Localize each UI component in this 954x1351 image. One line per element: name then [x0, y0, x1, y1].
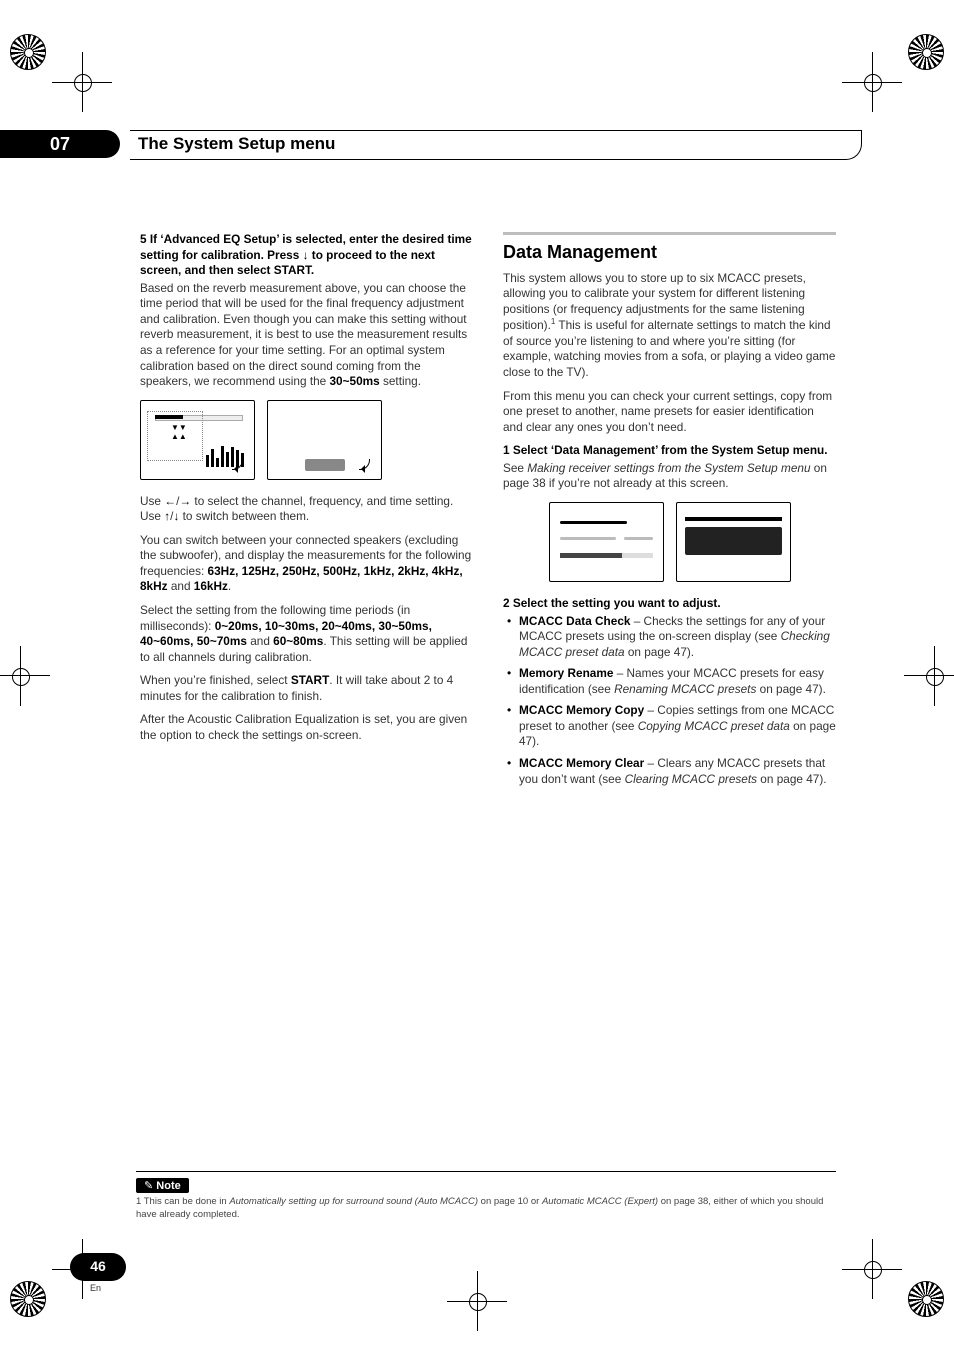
return-icon: [359, 459, 373, 473]
options-list: MCACC Data Check – Checks the settings f…: [503, 614, 836, 788]
left-column: 5 If ‘Advanced EQ Setup’ is selected, en…: [140, 232, 473, 797]
paragraph: From this menu you can check your curren…: [503, 389, 836, 436]
text: on page 10 or: [478, 1196, 542, 1207]
registration-crosshair-icon: [842, 52, 902, 112]
text: and: [247, 634, 273, 648]
option-name: MCACC Memory Copy: [519, 703, 644, 717]
reference: Automatic MCACC (Expert): [542, 1196, 658, 1207]
page-number-badge: 46: [70, 1253, 126, 1281]
step-2-heading: 2 Select the setting you want to adjust.: [503, 596, 836, 612]
list-item: MCACC Memory Copy – Copies settings from…: [503, 703, 836, 750]
screenshot-thumbnail: ▼▼▲▲: [140, 400, 255, 480]
registration-crosshair-icon: [52, 52, 112, 112]
reference: Renaming MCACC presets: [614, 682, 756, 696]
paragraph: Use ←/→ to select the channel, frequency…: [140, 494, 473, 525]
paragraph: Based on the reverb measurement above, y…: [140, 281, 473, 390]
text: When you’re finished, select: [140, 673, 291, 687]
start-button-icon: [305, 459, 345, 471]
text: and: [168, 579, 194, 593]
section-title: Data Management: [503, 241, 836, 265]
text: Based on the reverb measurement above, y…: [140, 281, 467, 388]
emphasis: 60~80ms: [273, 634, 323, 648]
chapter-number-badge: 07: [0, 130, 120, 158]
text: .: [228, 579, 231, 593]
text: See: [503, 461, 527, 475]
paragraph: You can switch between your connected sp…: [140, 533, 473, 595]
emphasis: 30~50ms: [330, 374, 380, 388]
paragraph: Select the setting from the following ti…: [140, 603, 473, 665]
thumbnail-row: ▼▼▲▲: [140, 400, 473, 480]
chapter-title: The System Setup menu: [138, 128, 335, 160]
registration-crosshair-icon: [842, 1239, 902, 1299]
text: on page 47).: [625, 645, 695, 659]
arrow-right-icon: →: [179, 494, 191, 508]
paragraph: This system allows you to store up to si…: [503, 271, 836, 381]
paragraph: See Making receiver settings from the Sy…: [503, 461, 836, 492]
step-1-heading: 1 Select ‘Data Management’ from the Syst…: [503, 443, 836, 459]
option-name: MCACC Memory Clear: [519, 756, 644, 770]
note-label: Note: [136, 1178, 189, 1193]
arrow-left-icon: ←: [164, 494, 176, 508]
reference: Automatically setting up for surround so…: [229, 1196, 478, 1207]
option-name: Memory Rename: [519, 666, 613, 680]
list-item: MCACC Memory Clear – Clears any MCACC pr…: [503, 756, 836, 787]
emphasis: 16kHz: [194, 579, 228, 593]
text: This is useful for alternate settings to…: [503, 318, 835, 379]
registration-crosshair-icon: [904, 646, 954, 706]
return-icon: [641, 561, 655, 575]
text: to switch between them.: [179, 509, 309, 523]
option-name: MCACC Data Check: [519, 614, 630, 628]
emphasis: START: [291, 673, 329, 687]
screenshot-thumbnail: [267, 400, 382, 480]
text: Use: [140, 494, 164, 508]
paragraph: After the Acoustic Calibration Equalizat…: [140, 712, 473, 743]
list-item: MCACC Data Check – Checks the settings f…: [503, 614, 836, 661]
arrows-vertical-icon: ▼▼▲▲: [171, 423, 187, 441]
content-columns: 5 If ‘Advanced EQ Setup’ is selected, en…: [140, 232, 836, 797]
reference: Making receiver settings from the System…: [527, 461, 810, 475]
step-5-heading: 5 If ‘Advanced EQ Setup’ is selected, en…: [140, 232, 473, 279]
footnote-rule: [136, 1171, 836, 1172]
registration-disc-icon: [908, 34, 944, 70]
reference: Copying MCACC preset data: [638, 719, 790, 733]
list-item: Memory Rename – Names your MCACC presets…: [503, 666, 836, 697]
registration-disc-icon: [10, 1281, 46, 1317]
page-language: En: [90, 1283, 101, 1293]
registration-disc-icon: [908, 1281, 944, 1317]
reference: Clearing MCACC presets: [625, 772, 757, 786]
section-rule: [503, 232, 836, 235]
return-icon: [768, 561, 782, 575]
registration-disc-icon: [10, 34, 46, 70]
text: 1 This can be done in: [136, 1196, 229, 1207]
screenshot-thumbnail: [549, 502, 664, 582]
thumbnail-row: [503, 502, 836, 582]
registration-crosshair-icon: [447, 1271, 507, 1331]
text: on page 47).: [757, 772, 827, 786]
return-icon: [232, 459, 246, 473]
paragraph: When you’re finished, select START. It w…: [140, 673, 473, 704]
footnote-area: Note 1 This can be done in Automatically…: [136, 1171, 836, 1221]
page: 07 The System Setup menu 5 If ‘Advanced …: [0, 0, 954, 1351]
registration-crosshair-icon: [0, 646, 50, 706]
text: on page 47).: [756, 682, 826, 696]
screenshot-thumbnail: [676, 502, 791, 582]
footnote-text: 1 This can be done in Automatically sett…: [136, 1196, 836, 1221]
right-column: Data Management This system allows you t…: [503, 232, 836, 797]
text: setting.: [380, 374, 421, 388]
